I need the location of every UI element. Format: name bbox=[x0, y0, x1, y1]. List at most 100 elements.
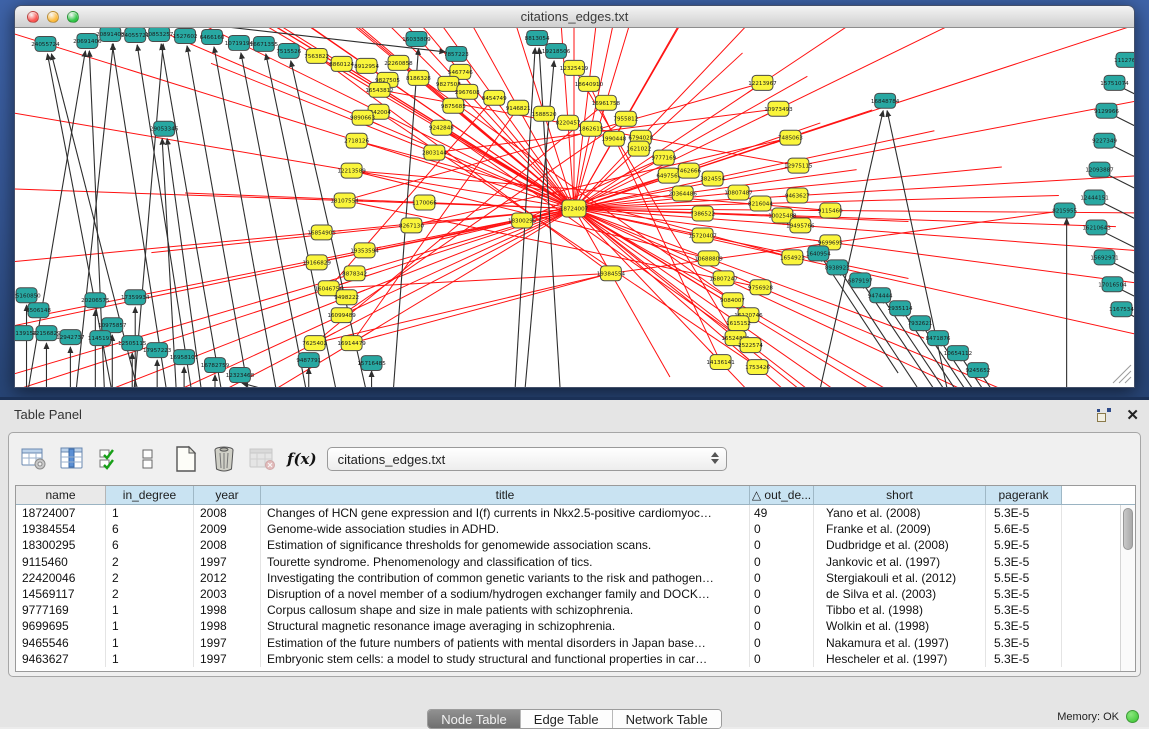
graph-node-16210643[interactable]: 16210643 bbox=[1082, 220, 1111, 235]
graph-node-8506148[interactable]: 8506148 bbox=[26, 303, 51, 318]
graph-node-17016504[interactable]: 17016504 bbox=[1098, 277, 1127, 292]
graph-node-7462666[interactable]: 7462666 bbox=[676, 163, 701, 178]
graph-node-1588520[interactable]: 1588520 bbox=[532, 106, 557, 121]
column-header-out_de[interactable]: △ out_de... bbox=[750, 486, 814, 504]
graph-node-10807487[interactable]: 10807487 bbox=[724, 185, 753, 200]
graph-node-1753426[interactable]: 1753426 bbox=[745, 360, 770, 375]
graph-node-18724007[interactable]: 18724007 bbox=[560, 200, 589, 217]
delete-column-trash-icon[interactable] bbox=[209, 444, 239, 474]
graph-node-9890663[interactable]: 9890663 bbox=[350, 110, 375, 125]
graph-node-12444151[interactable]: 12444151 bbox=[1080, 190, 1109, 205]
column-header-year[interactable]: year bbox=[194, 486, 261, 504]
graph-node-8471876[interactable]: 8471876 bbox=[926, 331, 951, 346]
graph-node-22260858[interactable]: 22260858 bbox=[384, 55, 413, 70]
graph-node-7932621[interactable]: 7932621 bbox=[908, 316, 933, 331]
graph-node-10688809[interactable]: 10688809 bbox=[694, 251, 723, 266]
graph-node-8938923[interactable]: 8938923 bbox=[825, 260, 850, 275]
graph-node-12213589[interactable]: 12213589 bbox=[337, 163, 366, 178]
graph-node-10973493[interactable]: 10973493 bbox=[764, 101, 793, 116]
graph-node-8220457[interactable]: 8220457 bbox=[556, 115, 581, 130]
graph-node-1862615[interactable]: 1862615 bbox=[579, 121, 604, 136]
graph-node-8454749[interactable]: 8454749 bbox=[482, 90, 507, 105]
graph-node-1167534[interactable]: 1167534 bbox=[1109, 302, 1134, 317]
graph-node-16099489[interactable]: 16099489 bbox=[327, 308, 356, 323]
table-row[interactable]: 946554611997Estimation of the future num… bbox=[16, 635, 1135, 651]
graph-node-19218506[interactable]: 19218506 bbox=[542, 43, 571, 58]
graph-node-14136141[interactable]: 14136141 bbox=[706, 355, 735, 370]
graph-node-25160850[interactable]: 25160850 bbox=[15, 288, 41, 303]
graph-node-16848784[interactable]: 16848784 bbox=[871, 93, 900, 108]
graph-node-2935114[interactable]: 2935114 bbox=[888, 301, 913, 316]
column-header-in_degree[interactable]: in_degree bbox=[106, 486, 194, 504]
graph-node-12325419[interactable]: 12325419 bbox=[560, 60, 589, 75]
graph-node-18640910[interactable]: 18640910 bbox=[575, 76, 604, 91]
window-resize-grip[interactable] bbox=[1109, 361, 1133, 385]
graph-node-9115460[interactable]: 9115460 bbox=[818, 203, 843, 218]
tab-network-table[interactable]: Network Table bbox=[613, 710, 721, 728]
graph-node-2522574[interactable]: 2522574 bbox=[738, 338, 763, 353]
graph-node-8216044[interactable]: 8216044 bbox=[748, 196, 773, 211]
graph-node-10853257[interactable]: 10853257 bbox=[145, 28, 174, 41]
graph-node-8215955[interactable]: 8215955 bbox=[1052, 203, 1077, 218]
graph-node-18107554[interactable]: 18107554 bbox=[330, 193, 359, 208]
graph-node-7857223[interactable]: 7857223 bbox=[444, 46, 469, 61]
tab-node-table[interactable]: Node Table bbox=[428, 710, 521, 728]
graph-node-9474444[interactable]: 9474444 bbox=[868, 288, 893, 303]
scrollbar-thumb[interactable] bbox=[1123, 508, 1133, 550]
graph-node-16782759[interactable]: 16782759 bbox=[201, 358, 230, 373]
graph-node-2803144[interactable]: 2803144 bbox=[422, 145, 447, 160]
graph-node-9129966[interactable]: 9129966 bbox=[1094, 103, 1119, 118]
graph-node-7955812[interactable]: 7955812 bbox=[613, 111, 638, 126]
graph-node-1615152[interactable]: 1615152 bbox=[726, 316, 751, 331]
graph-node-16671355[interactable]: 16671355 bbox=[250, 36, 279, 51]
graph-node-1654923[interactable]: 1654923 bbox=[780, 250, 805, 265]
citation-network-graph[interactable]: 1872400718300295756382288601248912954222… bbox=[15, 28, 1135, 388]
graph-node-12093887[interactable]: 12093887 bbox=[1085, 162, 1114, 177]
graph-node-29053346[interactable]: 29053346 bbox=[150, 121, 179, 136]
graph-node-9146821[interactable]: 9146821 bbox=[506, 100, 531, 115]
graph-node-15720407[interactable]: 15720407 bbox=[688, 228, 717, 243]
graph-node-12213967[interactable]: 12213967 bbox=[748, 75, 777, 90]
graph-node-9463627[interactable]: 9463627 bbox=[785, 188, 810, 203]
graph-node-1640954[interactable]: 1640954 bbox=[806, 246, 831, 261]
graph-node-17957223[interactable]: 17957223 bbox=[143, 343, 172, 358]
table-row[interactable]: 969969511998Structural magnetic resonanc… bbox=[16, 618, 1135, 634]
graph-node-7515526[interactable]: 7515526 bbox=[276, 43, 301, 58]
graph-node-20206575[interactable]: 20206575 bbox=[81, 293, 110, 308]
column-header-title[interactable]: title bbox=[261, 486, 750, 504]
table-row[interactable]: 977716911998Corpus callosum shape and si… bbox=[16, 602, 1135, 618]
graph-node-15716485[interactable]: 15716485 bbox=[357, 356, 386, 371]
graph-node-3824554[interactable]: 3824554 bbox=[700, 171, 725, 186]
graph-node-16807247[interactable]: 16807247 bbox=[709, 271, 738, 286]
graph-node-19384554[interactable]: 19384554 bbox=[597, 266, 626, 281]
graph-node-8860124[interactable]: 8860124 bbox=[329, 56, 354, 71]
graph-node-1621022[interactable]: 1621022 bbox=[626, 141, 651, 156]
graph-node-20364486[interactable]: 20364486 bbox=[668, 186, 697, 201]
graph-node-9245652[interactable]: 9245652 bbox=[965, 363, 990, 378]
graph-node-18300295[interactable]: 18300295 bbox=[508, 213, 537, 228]
column-header-short[interactable]: short bbox=[814, 486, 986, 504]
graph-node-8813054[interactable]: 8813054 bbox=[525, 30, 550, 45]
graph-node-17359934[interactable]: 17359934 bbox=[121, 290, 150, 305]
column-header-pagerank[interactable]: pagerank bbox=[986, 486, 1062, 504]
graph-node-1112766[interactable]: 1112766 bbox=[1114, 52, 1135, 67]
table-row[interactable]: 2242004622012Investigating the contribut… bbox=[16, 570, 1135, 586]
graph-node-1145193[interactable]: 1145193 bbox=[88, 331, 113, 346]
graph-node-7625402[interactable]: 7625402 bbox=[302, 336, 327, 351]
graph-node-19353594[interactable]: 19353594 bbox=[350, 243, 379, 258]
float-panel-icon[interactable] bbox=[1097, 408, 1111, 422]
graph-node-8878342[interactable]: 8878342 bbox=[342, 266, 367, 281]
table-row[interactable]: 1456911722003Disruption of a novel membe… bbox=[16, 586, 1135, 602]
graph-node-9875685[interactable]: 9875685 bbox=[441, 98, 466, 113]
graph-node-16914479[interactable]: 16914479 bbox=[337, 336, 366, 351]
graph-node-16958107[interactable]: 16958107 bbox=[170, 350, 199, 365]
row-height-icon[interactable] bbox=[133, 444, 163, 474]
vertical-scrollbar[interactable] bbox=[1120, 505, 1135, 671]
table-row[interactable]: 911546021997Tourette syndrome. Phenomeno… bbox=[16, 554, 1135, 570]
graph-node-1527602[interactable]: 1527602 bbox=[173, 28, 198, 43]
table-row[interactable]: 1938455462009Genome-wide association stu… bbox=[16, 521, 1135, 537]
graph-node-9487791[interactable]: 9487791 bbox=[296, 353, 321, 368]
select-rows-icon[interactable] bbox=[95, 444, 125, 474]
graph-node-19495766[interactable]: 19495766 bbox=[786, 218, 815, 233]
graph-node-16961758[interactable]: 16961758 bbox=[592, 95, 621, 110]
